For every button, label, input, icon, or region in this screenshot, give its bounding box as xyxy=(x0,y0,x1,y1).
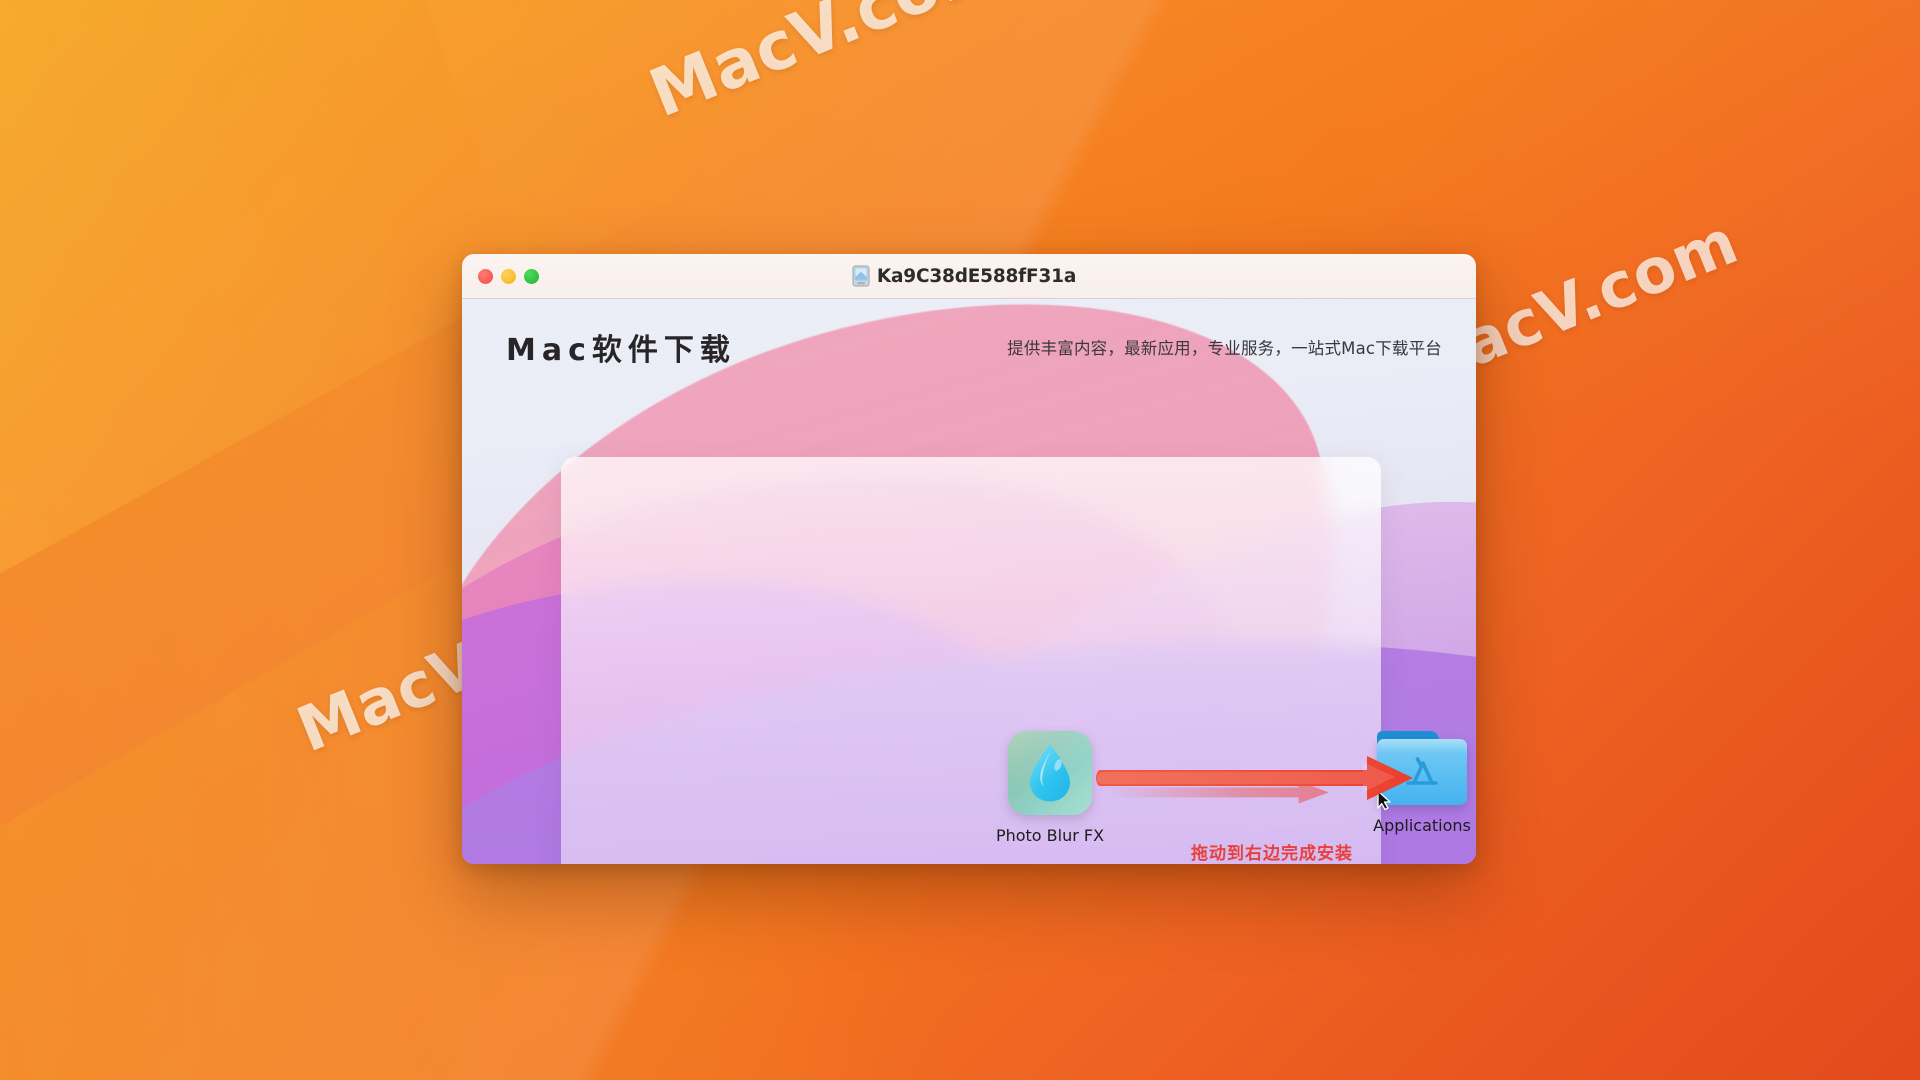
traffic-lights xyxy=(478,254,539,299)
window-titlebar[interactable]: Ka9C38dE588fF31a xyxy=(462,254,1476,299)
drag-hint-text: 拖动到右边完成安装 xyxy=(1191,844,1353,864)
external-disk-icon xyxy=(852,265,870,287)
maximize-button[interactable] xyxy=(524,269,539,284)
drag-arrow xyxy=(1095,756,1413,804)
page-tagline: 提供丰富内容，最新应用，专业服务，一站式Mac下载平台 xyxy=(1007,338,1442,358)
droplet-glyph xyxy=(1030,744,1070,802)
water-droplet-app-icon[interactable] xyxy=(1008,731,1092,815)
dmg-finder-window[interactable]: Ka9C38dE588fF31a Mac软件下载 提供丰富内容，最新应用，专业服… xyxy=(462,254,1476,864)
close-button[interactable] xyxy=(478,269,493,284)
header-row: Mac软件下载 提供丰富内容，最新应用，专业服务，一站式Mac下载平台 xyxy=(462,299,1476,394)
window-title: Ka9C38dE588fF31a xyxy=(876,265,1077,287)
page-title: Mac软件下载 xyxy=(506,332,736,368)
minimize-button[interactable] xyxy=(501,269,516,284)
window-title-group: Ka9C38dE588fF31a xyxy=(462,265,1476,287)
window-body: Mac软件下载 提供丰富内容，最新应用，专业服务，一站式Mac下载平台 Phot… xyxy=(462,299,1476,864)
